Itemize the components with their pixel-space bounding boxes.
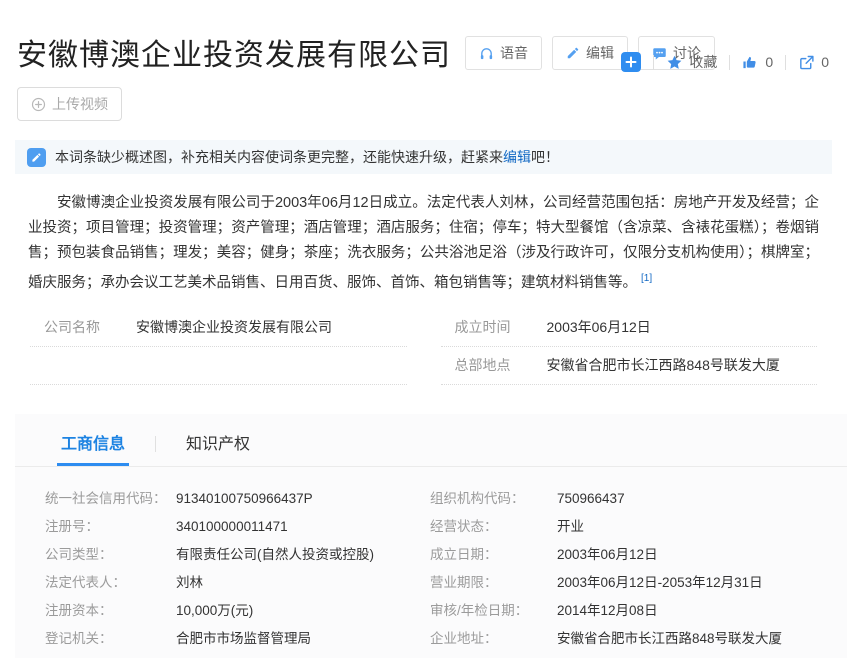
tab-divider	[155, 436, 156, 452]
notice-bar: 本词条缺少概述图，补充相关内容使词条更完整，还能快速升级，赶紧来编辑吧！	[15, 140, 832, 174]
divider	[729, 55, 730, 70]
detail-column-left: 统一社会信用代码： 91340100750966437P 注册号： 340100…	[45, 491, 430, 658]
pencil-icon	[566, 46, 580, 60]
summary-paragraph: 安徽博澳企业投资发展有限公司于2003年06月12日成立。法定代表人刘林，公司经…	[28, 191, 819, 296]
detail-row-status: 经营状态： 开业	[430, 519, 827, 534]
voice-label: 语音	[500, 43, 528, 63]
citation-link[interactable]: [1]	[641, 273, 652, 284]
founded-label: 成立时间	[455, 317, 547, 337]
infobox-row-founded: 成立时间 2003年06月12日	[441, 309, 818, 347]
detail-row-org-code: 组织机构代码： 750966437	[430, 491, 827, 506]
hq-label: 总部地点	[455, 355, 547, 375]
detail-row-company-type: 公司类型： 有限责任公司(自然人投资或控股)	[45, 547, 430, 562]
star-icon	[666, 54, 683, 71]
detail-row-company-address: 企业地址： 安徽省合肥市长江西路848号联发大厦	[430, 631, 827, 646]
plus-square-icon	[621, 52, 641, 72]
like-button[interactable]: 0	[742, 54, 773, 71]
basic-infobox: 公司名称 安徽博澳企业投资发展有限公司 成立时间 2003年06月12日 总部地…	[30, 309, 817, 385]
infobox-row-empty	[30, 347, 407, 385]
voice-button[interactable]: 语音	[465, 36, 542, 70]
edit-label: 编辑	[586, 43, 614, 63]
add-button[interactable]	[621, 52, 641, 72]
company-name-label: 公司名称	[44, 317, 136, 337]
thumbs-up-icon	[742, 54, 759, 71]
tab-bar: 工商信息 知识产权	[15, 414, 847, 467]
upload-video-button[interactable]: 上传视频	[17, 87, 122, 121]
detail-row-inspection-date: 审核/年检日期： 2014年12月08日	[430, 603, 827, 618]
detail-row-business-term: 营业期限： 2003年06月12日-2053年12月31日	[430, 575, 827, 590]
company-name-value: 安徽博澳企业投资发展有限公司	[136, 317, 332, 337]
detail-row-reg-capital: 注册资本： 10,000万(元)	[45, 603, 430, 618]
business-info-section: 工商信息 知识产权 统一社会信用代码： 91340100750966437P 注…	[15, 414, 847, 658]
headphones-icon	[479, 46, 494, 61]
favorite-button[interactable]: 收藏	[666, 52, 717, 72]
share-count: 0	[821, 54, 829, 70]
divider	[653, 55, 654, 70]
share-icon	[798, 54, 815, 71]
notice-text: 本词条缺少概述图，补充相关内容使词条更完整，还能快速升级，赶紧来编辑吧！	[55, 147, 559, 167]
notice-text-before: 本词条缺少概述图，补充相关内容使词条更完整，还能快速升级，赶紧来	[55, 149, 503, 165]
page-title: 安徽博澳企业投资发展有限公司	[17, 39, 451, 74]
baike-entry-page: 收藏 0 0 安徽博澳企业投资发展有限公司 语音 编辑 讨论	[0, 36, 847, 658]
edit-button[interactable]: 编辑	[552, 36, 628, 70]
tab-business-info[interactable]: 工商信息	[57, 430, 129, 466]
infobox-row-hq: 总部地点 安徽省合肥市长江西路848号联发大厦	[441, 347, 818, 385]
upload-video-label: 上传视频	[52, 94, 108, 114]
summary-text: 安徽博澳企业投资发展有限公司于2003年06月12日成立。法定代表人刘林，公司经…	[28, 195, 819, 291]
notice-text-after: 吧！	[531, 149, 559, 165]
detail-row-credit-code: 统一社会信用代码： 91340100750966437P	[45, 491, 430, 506]
detail-row-establish-date: 成立日期： 2003年06月12日	[430, 547, 827, 562]
detail-row-legal-rep: 法定代表人： 刘林	[45, 575, 430, 590]
infobox-row-company-name: 公司名称 安徽博澳企业投资发展有限公司	[30, 309, 407, 347]
like-count: 0	[765, 54, 773, 70]
hq-value: 安徽省合肥市长江西路848号联发大厦	[547, 355, 780, 375]
plus-circle-icon	[31, 97, 46, 112]
share-button[interactable]: 0	[798, 54, 829, 71]
top-action-bar: 收藏 0 0	[621, 52, 829, 72]
detail-column-right: 组织机构代码： 750966437 经营状态： 开业 成立日期： 2003年06…	[430, 491, 827, 658]
founded-value: 2003年06月12日	[547, 317, 651, 337]
favorite-label: 收藏	[689, 52, 717, 72]
divider	[785, 55, 786, 70]
detail-row-reg-number: 注册号： 340100000011471	[45, 519, 430, 534]
business-detail-table: 统一社会信用代码： 91340100750966437P 注册号： 340100…	[15, 467, 847, 658]
edit-pencil-icon	[27, 148, 46, 167]
detail-row-reg-authority: 登记机关： 合肥市市场监督管理局	[45, 631, 430, 646]
notice-edit-link[interactable]: 编辑	[503, 149, 531, 165]
tab-intellectual-property[interactable]: 知识产权	[182, 430, 254, 466]
